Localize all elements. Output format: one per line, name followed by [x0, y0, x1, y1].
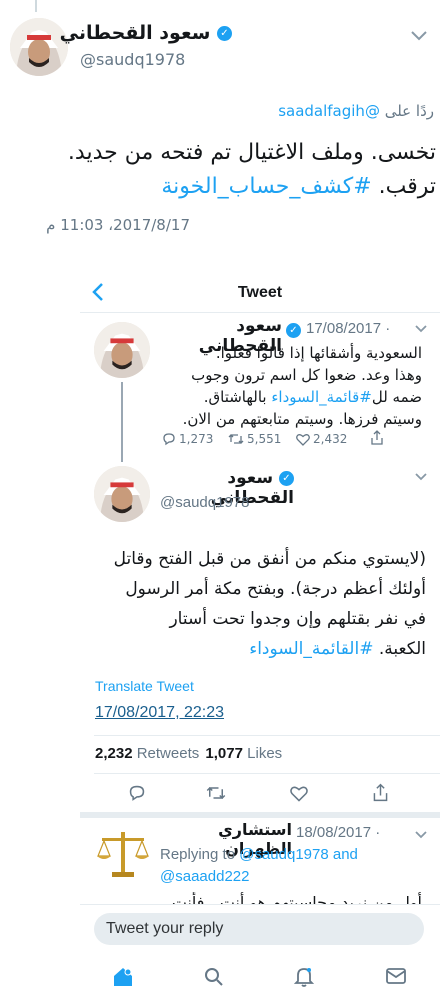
author-name-row: ✓ سعود القحطاني: [12, 22, 232, 44]
bottom-nav: [80, 958, 440, 999]
tweet1-date: 17/08/2017 ·: [306, 320, 391, 337]
notifications-icon[interactable]: [294, 966, 314, 988]
reply-text: أول من نريد محاسبتهم هو أنت ، فأنت: [171, 893, 422, 904]
tweet1-text: ضمه لل: [371, 388, 422, 406]
replying-to: ردًا على @saadalfagih: [14, 102, 434, 120]
tweet1-body: السعودية وأشقائها إذا قالوا فعلوا. وهذا …: [122, 342, 422, 430]
tweet1-line: وسيتم فرزها. وسيتم متابعتهم من الان.: [182, 410, 422, 428]
tweet2-line: (لايستوي منكم من أنفق من قبل الفتح وقاتل: [113, 549, 426, 569]
tweet-body-line2: ترقب. #كشف_حساب_الخونة: [6, 174, 436, 199]
author-handle[interactable]: @saudq1978: [80, 50, 185, 69]
tweet2-handle[interactable]: @saudq1978: [160, 494, 249, 511]
share-icon: [371, 430, 383, 445]
like-button[interactable]: 2,432: [296, 432, 347, 446]
reply-icon: [163, 433, 175, 446]
replying-handle-link[interactable]: @saadalfagih: [278, 102, 380, 120]
retweet-icon: [228, 434, 244, 444]
tweet2-body: (لايستوي منكم من أنفق من قبل الفتح وقاتل…: [86, 544, 426, 664]
avatar[interactable]: [94, 466, 150, 522]
replying-handle-link[interactable]: @saudq1978 and: [239, 846, 358, 863]
hashtag-link[interactable]: #القائمة_السوداء: [249, 639, 373, 659]
likes-label[interactable]: Likes: [247, 745, 282, 762]
tweet1-line: ضمه لل#قائمة_السوداء بالهاشتاق.: [122, 386, 422, 408]
embedded-screenshot: Tweet 17/08/2017 · ✓ سعود القحطاني السعو…: [80, 268, 440, 999]
reply-date: 18/08/2017 ·: [296, 824, 381, 841]
tweet-body-text: ترقب.: [378, 174, 436, 199]
reply-partial-text: أول من نريد محاسبتهم هو أنت ، فأنت: [122, 892, 422, 904]
tweet-timestamp: 2017/8/17، 11:03 م: [46, 216, 190, 234]
tweet2-timestamp[interactable]: 17/08/2017, 22:23: [95, 704, 224, 722]
author-name[interactable]: سعود القحطاني: [60, 22, 211, 44]
reply-input[interactable]: Tweet your reply: [94, 913, 424, 945]
tweet2-line: في نفر بقتلهم وإن وجدوا تحت أستار: [169, 609, 426, 629]
retweets-count[interactable]: 2,232: [95, 745, 133, 762]
header-divider: [80, 312, 440, 313]
tweet2-line: الكعبة. #القائمة_السوداء: [86, 634, 426, 664]
header-title: Tweet: [237, 284, 283, 301]
tweet1-text: بالهاشتاق.: [203, 388, 267, 406]
retweet-count: 5,551: [247, 432, 282, 446]
home-icon[interactable]: [112, 966, 134, 988]
verified-badge-icon: ✓: [279, 470, 294, 486]
retweet-button[interactable]: 5,551: [228, 432, 281, 446]
tweet2-line: أولئك أعظم درجة). وبفتح مكة أمر الرسول: [125, 579, 426, 599]
reply-input-placeholder: Tweet your reply: [106, 920, 224, 937]
tweet-body-line1: تخسى. وملف الاغتيال تم فتحه من جديد.: [67, 140, 436, 165]
hashtag-link[interactable]: #كشف_حساب_الخونة: [161, 174, 371, 199]
replying-to-label: Replying to: [160, 846, 236, 863]
search-icon[interactable]: [204, 967, 224, 987]
top-thread-line: [35, 0, 37, 12]
reply-icon[interactable]: [128, 784, 146, 802]
chevron-down-icon[interactable]: [410, 30, 428, 42]
messages-icon[interactable]: [386, 968, 406, 984]
share-icon[interactable]: [372, 783, 389, 802]
divider: [94, 773, 440, 774]
chevron-down-icon[interactable]: [414, 324, 428, 334]
tweet2-text: الكعبة.: [378, 639, 426, 659]
verified-badge-icon: ✓: [217, 26, 232, 41]
reply-count: 1,273: [179, 432, 214, 446]
divider: [94, 735, 440, 736]
replying-handle-link[interactable]: @saaadd222: [160, 868, 249, 885]
tweet1-line: السعودية وأشقائها إذا قالوا فعلوا.: [215, 344, 422, 362]
heart-icon: [296, 433, 310, 446]
engagement-stats: 2,232 Retweets 1,077 Likes: [95, 745, 282, 762]
chevron-down-icon[interactable]: [414, 830, 428, 840]
likes-count[interactable]: 1,077: [205, 745, 243, 762]
retweets-label[interactable]: Retweets: [137, 745, 200, 762]
verified-badge-icon: ✓: [286, 320, 301, 339]
heart-icon[interactable]: [290, 785, 308, 802]
scales-icon: [97, 832, 149, 877]
like-count: 2,432: [313, 432, 348, 446]
replying-to-line: Replying to @saudq1978 and: [160, 846, 358, 863]
chevron-down-icon[interactable]: [414, 472, 428, 482]
translate-tweet-link[interactable]: Translate Tweet: [95, 678, 194, 694]
tweet1-line: وهذا وعد. ضعوا كل اسم ترون وجوب: [191, 366, 422, 384]
replying-prefix: ردًا على: [384, 102, 434, 120]
retweet-icon[interactable]: [206, 784, 226, 802]
reply-button[interactable]: 1,273: [162, 432, 213, 446]
avatar[interactable]: [94, 824, 152, 882]
share-button[interactable]: [370, 430, 384, 445]
hashtag-link[interactable]: #قائمة_السوداء: [271, 388, 371, 406]
divider: [80, 812, 440, 818]
